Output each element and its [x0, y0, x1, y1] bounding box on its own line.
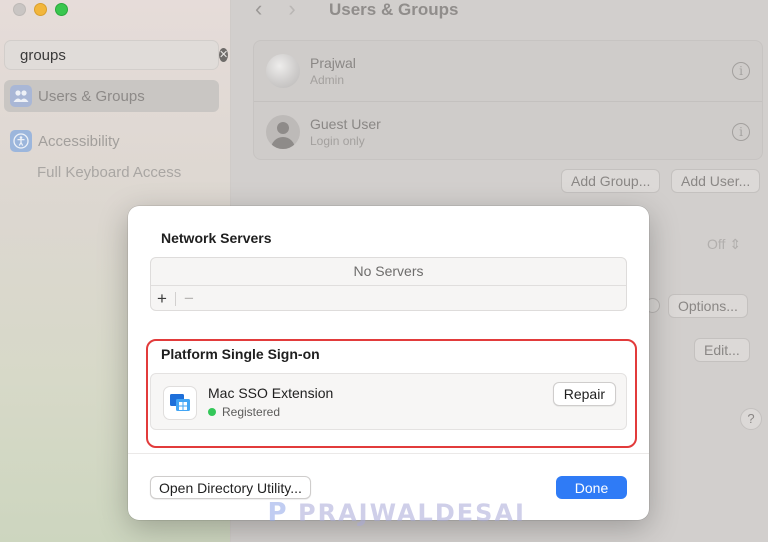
network-servers-title: Network Servers: [161, 230, 272, 246]
info-icon[interactable]: i: [732, 122, 750, 141]
minimize-window-button[interactable]: [34, 3, 47, 16]
remove-server-button[interactable]: −: [184, 289, 194, 309]
directory-sheet: Network Servers No Servers + − Platform …: [128, 206, 649, 520]
watermark-text: PRAJWALDESAI: [298, 499, 526, 527]
sidebar-item-label: Users & Groups: [38, 87, 145, 105]
watermark-logo: P: [267, 498, 287, 528]
user-role: Login only: [310, 133, 365, 148]
users-icon: [10, 85, 32, 107]
open-directory-utility-button[interactable]: Open Directory Utility...: [150, 476, 311, 499]
forward-icon[interactable]: ›: [288, 0, 295, 20]
accessibility-icon: [10, 130, 32, 152]
help-button[interactable]: ?: [740, 408, 762, 430]
navigation-controls: ‹ ›: [255, 0, 296, 20]
status-dot-icon: [208, 408, 216, 416]
add-user-button[interactable]: Add User...: [671, 169, 761, 193]
sso-extension-row: Mac SSO Extension Registered Repair: [150, 373, 627, 430]
clear-search-icon[interactable]: ✕: [219, 48, 229, 62]
no-servers-label: No Servers: [353, 263, 424, 279]
sidebar-subitem-full-keyboard-access[interactable]: Full Keyboard Access: [37, 164, 181, 181]
add-group-button[interactable]: Add Group...: [561, 169, 661, 193]
company-portal-icon: [163, 386, 197, 420]
user-name: Guest User: [310, 115, 381, 132]
off-select[interactable]: Off ⇕: [707, 236, 741, 253]
user-role: Admin: [310, 73, 345, 87]
back-icon[interactable]: ‹: [255, 0, 262, 20]
info-icon[interactable]: i: [732, 62, 750, 80]
avatar: [266, 54, 300, 88]
sso-extension-name: Mac SSO Extension: [208, 385, 334, 401]
watermark: P PRAJWALDESAI: [262, 497, 526, 529]
users-list: Prajwal Admin i Guest User Login only i: [253, 40, 763, 160]
window-controls: [13, 3, 68, 16]
user-name: Prajwal: [310, 55, 356, 71]
divider: [174, 291, 176, 306]
avatar: [266, 114, 300, 149]
user-row[interactable]: Prajwal Admin i: [254, 41, 762, 101]
off-select-value: Off: [707, 236, 726, 252]
repair-button[interactable]: Repair: [552, 382, 616, 406]
servers-toolbar: + −: [151, 285, 626, 310]
options-button[interactable]: Options...: [668, 294, 748, 318]
sidebar-item-label: Accessibility: [38, 132, 120, 150]
sidebar-item-users-groups[interactable]: Users & Groups: [4, 80, 219, 112]
close-window-button[interactable]: [13, 3, 26, 16]
platform-sso-title: Platform Single Sign-on: [161, 346, 320, 362]
sso-status-label: Registered: [222, 405, 281, 419]
sso-status: Registered: [208, 405, 280, 419]
divider: [128, 453, 649, 454]
search-field[interactable]: ✕: [4, 40, 229, 70]
edit-button[interactable]: Edit...: [694, 338, 750, 362]
zoom-window-button[interactable]: [55, 3, 68, 16]
chevron-updown-icon: ⇕: [729, 236, 742, 252]
page-title: Users & Groups: [329, 0, 459, 19]
search-input[interactable]: [20, 46, 219, 64]
user-row[interactable]: Guest User Login only i: [254, 101, 762, 161]
done-button[interactable]: Done: [556, 476, 627, 499]
network-servers-list: No Servers + −: [150, 257, 627, 311]
add-server-button[interactable]: +: [157, 289, 167, 309]
sidebar-item-accessibility[interactable]: Accessibility: [4, 125, 219, 157]
